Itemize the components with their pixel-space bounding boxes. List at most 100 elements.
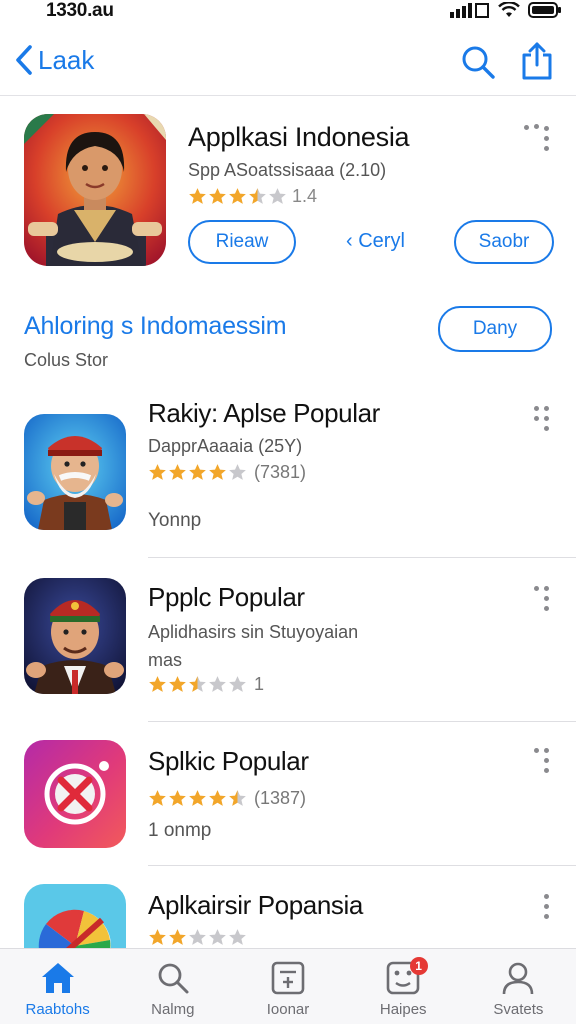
- app-subtitle: Aplidhasirs sin Stuyoyaian: [148, 622, 359, 642]
- star-empty-icon: [229, 676, 246, 692]
- calculator-icon: [271, 961, 305, 995]
- status-indicators: [450, 2, 562, 18]
- star-empty-icon: [229, 929, 246, 945]
- star-empty-icon: [209, 676, 226, 692]
- list-item[interactable]: Splkic Popular (1387) 1 onmp: [0, 722, 576, 866]
- tab-label: Nalmg: [151, 1001, 195, 1018]
- star-filled-icon: [189, 464, 206, 480]
- app-title: Splkic Popular: [148, 746, 309, 776]
- featured-app-rating: 1.4: [188, 186, 317, 207]
- review-button[interactable]: Rieaw: [188, 220, 296, 264]
- tab-label: Haipes: [379, 1001, 427, 1018]
- star-filled-icon: [169, 676, 186, 692]
- more-options-icon[interactable]: [522, 122, 552, 156]
- search-icon: [158, 963, 189, 994]
- section-title: Ahloring s Indomaessim: [24, 312, 287, 340]
- featured-app[interactable]: Applkasi Indonesia Spp ASoatssisaaa (2.1…: [0, 96, 576, 296]
- app-title: Rakiy: Aplse Popular: [148, 398, 380, 428]
- woman-portrait-icon: [24, 114, 166, 266]
- notification-badge: 1: [409, 957, 428, 975]
- tab-calculator[interactable]: Ioonar: [230, 949, 345, 1024]
- tab-games[interactable]: 1 Haipes: [346, 949, 461, 1024]
- more-options-icon[interactable]: [532, 584, 562, 618]
- tab-label: Svatets: [493, 1001, 544, 1018]
- star-rating: [148, 789, 248, 808]
- home-icon: [41, 963, 74, 993]
- app-subtitle-line2: mas: [148, 650, 183, 670]
- tab-label: Ioonar: [266, 1001, 310, 1018]
- featured-app-icon[interactable]: [24, 114, 166, 266]
- app-title: Aplkairsir Popansia: [148, 890, 363, 920]
- star-filled-icon: [229, 188, 246, 204]
- star-filled-icon: [149, 929, 166, 945]
- app-meta: 1 onmp: [148, 820, 212, 841]
- wifi-icon: [498, 2, 520, 17]
- app-icon[interactable]: [24, 578, 126, 694]
- star-rating: [188, 187, 288, 206]
- search-button[interactable]: [460, 44, 496, 85]
- status-time: 1330.au: [46, 0, 114, 21]
- battery-icon: [528, 2, 561, 18]
- chevron-left-icon: [16, 45, 32, 75]
- star-half-icon: [189, 676, 206, 692]
- featured-link[interactable]: ‹ Ceryl: [346, 230, 405, 253]
- tab-bar: Raabtohs Nalmg Ioonar 1 Haipes Svatets: [0, 948, 576, 1024]
- app-meta: Yonnp: [148, 510, 202, 531]
- status-bar: 1330.au: [0, 0, 576, 24]
- star-half-icon: [229, 790, 246, 806]
- share-button[interactable]: [520, 42, 554, 85]
- divider: [148, 557, 576, 558]
- star-filled-icon: [149, 464, 166, 480]
- star-empty-icon: [269, 188, 286, 204]
- star-filled-icon: [149, 790, 166, 806]
- more-options-icon[interactable]: [532, 746, 562, 780]
- tab-profile[interactable]: Svatets: [461, 949, 576, 1024]
- back-button[interactable]: Laak: [14, 44, 94, 76]
- app-rating: (1387): [148, 788, 306, 809]
- tab-home[interactable]: Raabtohs: [0, 949, 115, 1024]
- list-item[interactable]: Aplkairsir Popansia: [0, 866, 576, 948]
- star-filled-icon: [189, 790, 206, 806]
- star-rating: [148, 675, 248, 694]
- more-options-icon[interactable]: [532, 892, 562, 926]
- star-filled-icon: [149, 676, 166, 692]
- man-character-icon: [24, 578, 126, 694]
- compass-logo-icon: [24, 740, 126, 848]
- share-icon: [522, 42, 552, 80]
- tab-search[interactable]: Nalmg: [115, 949, 230, 1024]
- star-filled-icon: [169, 929, 186, 945]
- old-man-character-icon: [24, 414, 126, 530]
- featured-app-subtitle: Spp ASoatssisaaa (2.10): [188, 160, 387, 180]
- star-filled-icon: [169, 790, 186, 806]
- rating-count: 1: [254, 674, 265, 694]
- app-rating: (7381): [148, 462, 306, 483]
- app-icon[interactable]: [24, 740, 126, 848]
- navigation-bar: Laak: [0, 30, 576, 96]
- star-rating: [148, 928, 248, 947]
- section-subtitle: Colus Stor: [24, 350, 109, 370]
- featured-app-title: Applkasi Indonesia: [188, 122, 410, 152]
- section-action-button[interactable]: Dany: [438, 306, 552, 352]
- list-item[interactable]: Ppplc Popular Aplidhasirs sin Stuyoyaian…: [0, 560, 576, 722]
- more-options-icon[interactable]: [532, 404, 562, 438]
- list-item[interactable]: Rakiy: Aplse Popular DapprAaaaia (25Y) (…: [0, 390, 576, 560]
- colorful-disc-icon: [24, 884, 126, 948]
- star-half-icon: [249, 188, 266, 204]
- app-icon[interactable]: [24, 884, 126, 948]
- person-icon: [503, 962, 534, 995]
- star-empty-icon: [209, 929, 226, 945]
- star-filled-icon: [169, 464, 186, 480]
- star-filled-icon: [209, 790, 226, 806]
- rating-count: 1.4: [292, 186, 318, 206]
- star-filled-icon: [189, 188, 206, 204]
- star-empty-icon: [189, 929, 206, 945]
- app-rating: [148, 928, 248, 947]
- get-button[interactable]: Saobr: [454, 220, 554, 264]
- app-subtitle: DapprAaaaia (25Y): [148, 436, 303, 456]
- rating-count: (1387): [254, 788, 307, 808]
- signal-icon: [450, 3, 489, 18]
- star-empty-icon: [229, 464, 246, 480]
- app-rating: 1: [148, 674, 264, 695]
- star-filled-icon: [209, 464, 226, 480]
- app-icon[interactable]: [24, 414, 126, 530]
